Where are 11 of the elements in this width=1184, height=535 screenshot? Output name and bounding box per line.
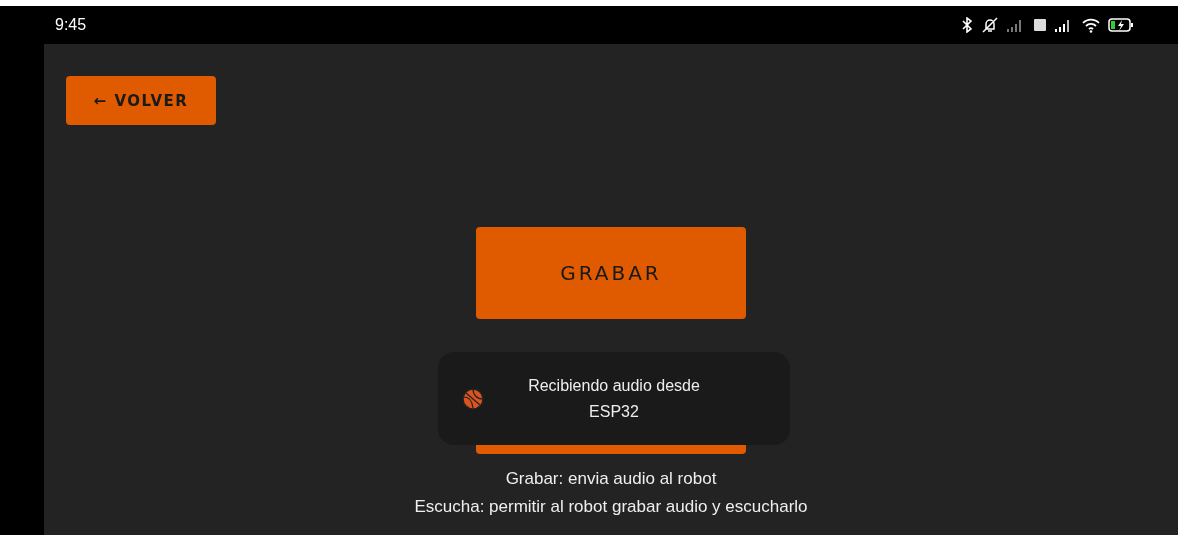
help-text: Escucha: permitir al robot grabar audio y escucharlo: [413, 496, 809, 518]
bluetooth-icon: [960, 17, 974, 33]
muted-bell-icon: [981, 17, 999, 33]
wifi-icon: [1081, 17, 1101, 33]
status-time: 9:45: [55, 16, 87, 34]
toast-message: Recibiendo audio desde ESP32: [527, 375, 701, 422]
back-button[interactable]: ← VOLVER: [66, 76, 216, 125]
basketball-icon: [462, 387, 484, 410]
record-button[interactable]: GRABAR: [476, 227, 746, 319]
help-text: Grabar: envia audio al robot: [504, 468, 718, 490]
battery-charging-icon: [1108, 17, 1134, 33]
